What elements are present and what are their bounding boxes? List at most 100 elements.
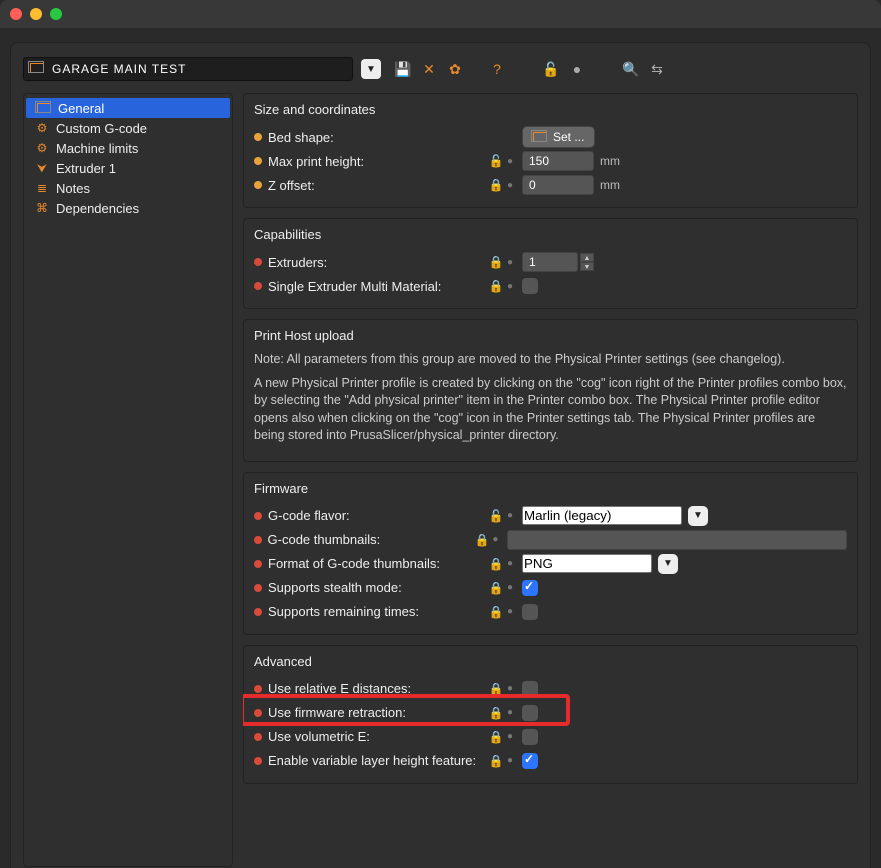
lock-icon[interactable]: 🔒 — [488, 178, 504, 192]
lock-icon[interactable]: 🔒 — [488, 730, 504, 744]
delete-icon[interactable]: ✕ — [421, 61, 437, 77]
reset-dot[interactable]: ● — [504, 755, 516, 766]
row-supports-stealth: Supports stealth mode: 🔒 ● — [254, 576, 847, 600]
lock-icon[interactable]: 🔒 — [488, 754, 504, 768]
profile-selector[interactable]: GARAGE MAIN TEST — [23, 57, 353, 81]
reset-dot[interactable]: ● — [504, 257, 516, 268]
row-gcode-thumbnails: G-code thumbnails: 🔒 ● — [254, 528, 847, 552]
label: G-code flavor: — [268, 508, 488, 523]
row-max-print-height: Max print height: 🔓 ● mm — [254, 149, 847, 173]
lock-open-icon[interactable]: 🔓 — [488, 509, 504, 523]
mod-bullet — [254, 709, 262, 717]
volumetric-e-checkbox[interactable] — [522, 729, 538, 745]
row-thumbnail-format: Format of G-code thumbnails: 🔒 ● ▼ — [254, 552, 847, 576]
reset-dot[interactable]: ● — [504, 510, 516, 521]
section-title: Advanced — [254, 654, 847, 669]
mod-bullet — [254, 512, 262, 520]
mod-bullet — [254, 685, 262, 693]
gcode-flavor-select[interactable] — [522, 506, 682, 525]
label: Z offset: — [268, 178, 488, 193]
row-single-extruder-mm: Single Extruder Multi Material: 🔒 ● — [254, 274, 847, 298]
help-icon[interactable]: ? — [489, 61, 505, 77]
firmware-retraction-checkbox[interactable] — [522, 705, 538, 721]
reset-dot[interactable]: ● — [504, 281, 516, 292]
note-text: A new Physical Printer profile is create… — [254, 375, 847, 445]
printer-icon — [30, 62, 44, 76]
sidebar-item-general[interactable]: General — [26, 98, 230, 118]
sidebar-item-extruder-1[interactable]: ⮟ Extruder 1 — [24, 158, 232, 178]
mod-bullet — [254, 282, 262, 290]
extruders-stepper[interactable]: ▲▼ — [522, 252, 594, 272]
reset-dot[interactable]: ● — [504, 180, 516, 191]
save-icon[interactable]: 💾 — [395, 61, 411, 77]
lock-icon[interactable]: 🔒 — [488, 255, 504, 269]
lock-icon[interactable]: 🔒 — [488, 706, 504, 720]
thumbnail-format-select[interactable] — [522, 554, 652, 573]
row-gcode-flavor: G-code flavor: 🔓 ● ▼ — [254, 504, 847, 528]
z-offset-input[interactable] — [522, 175, 594, 195]
sidebar-item-notes[interactable]: ≣ Notes — [24, 178, 232, 198]
sidebar-item-dependencies[interactable]: ⌘ Dependencies — [24, 198, 232, 218]
chevron-down-icon[interactable]: ▼ — [658, 554, 678, 574]
variable-layer-height-checkbox[interactable] — [522, 753, 538, 769]
lock-icon[interactable]: 🔒 — [488, 682, 504, 696]
chevron-down-icon[interactable]: ▼ — [688, 506, 708, 526]
sidebar-item-label: Notes — [56, 181, 90, 196]
lock-icon[interactable]: 🔒 — [488, 605, 504, 619]
cog-outline-icon[interactable]: ✿ — [447, 61, 463, 77]
nozzle-icon: ⮟ — [34, 160, 50, 176]
reset-dot[interactable]: ● — [504, 606, 516, 617]
supports-stealth-checkbox[interactable] — [522, 580, 538, 596]
sidebar-item-machine-limits[interactable]: ⚙ Machine limits — [24, 138, 232, 158]
profile-dropdown-button[interactable]: ▼ — [361, 59, 381, 79]
lock-icon[interactable]: 🔒 — [488, 557, 504, 571]
minimize-window-button[interactable] — [30, 8, 42, 20]
row-relative-e: Use relative E distances: 🔒 ● — [254, 677, 847, 701]
lock-open-icon[interactable]: 🔓 — [488, 154, 504, 168]
bed-shape-set-button[interactable]: Set ... — [522, 126, 595, 148]
app-body: GARAGE MAIN TEST ▼ 💾 ✕ ✿ ? 🔓 ● 🔍 ⇆ Gener… — [10, 42, 871, 868]
reset-dot[interactable]: ● — [504, 156, 516, 167]
label: Use relative E distances: — [268, 681, 488, 696]
search-icon[interactable]: 🔍 — [623, 61, 639, 77]
reset-dot[interactable]: ● — [504, 731, 516, 742]
zoom-window-button[interactable] — [50, 8, 62, 20]
single-extruder-mm-checkbox[interactable] — [522, 278, 538, 294]
toolbar: GARAGE MAIN TEST ▼ 💾 ✕ ✿ ? 🔓 ● 🔍 ⇆ — [23, 55, 858, 83]
row-z-offset: Z offset: 🔒 ● mm — [254, 173, 847, 197]
label: Supports stealth mode: — [268, 580, 488, 595]
lock-icon[interactable]: 🔒 — [488, 581, 504, 595]
step-up[interactable]: ▲ — [580, 253, 594, 262]
section-advanced: Advanced Use relative E distances: 🔒 ● U… — [243, 645, 858, 784]
reset-dot[interactable]: ● — [504, 683, 516, 694]
reset-dot[interactable]: ● — [490, 534, 501, 545]
supports-remaining-checkbox[interactable] — [522, 604, 538, 620]
step-down[interactable]: ▼ — [580, 262, 594, 271]
lock-icon[interactable]: 🔒 — [475, 533, 490, 547]
sidebar-item-label: Machine limits — [56, 141, 138, 156]
close-window-button[interactable] — [10, 8, 22, 20]
lock-icon[interactable]: 🔒 — [488, 279, 504, 293]
reset-dot[interactable]: ● — [504, 558, 516, 569]
compare-icon[interactable]: ⇆ — [649, 61, 665, 77]
mod-bullet — [254, 584, 262, 592]
sidebar-item-label: General — [58, 101, 104, 116]
gcode-thumbnails-input[interactable] — [507, 530, 847, 550]
max-print-height-input[interactable] — [522, 151, 594, 171]
relative-e-checkbox[interactable] — [522, 681, 538, 697]
label: G-code thumbnails: — [268, 532, 475, 547]
section-firmware: Firmware G-code flavor: 🔓 ● ▼ G-code thu… — [243, 472, 858, 635]
window-titlebar — [0, 0, 881, 28]
label: Use firmware retraction: — [268, 705, 488, 720]
unit: mm — [600, 178, 620, 192]
bullet-icon[interactable]: ● — [569, 61, 585, 77]
reset-dot[interactable]: ● — [504, 582, 516, 593]
row-supports-remaining: Supports remaining times: 🔒 ● — [254, 600, 847, 624]
extruders-input[interactable] — [522, 252, 578, 272]
sidebar-item-custom-gcode[interactable]: ⚙ Custom G-code — [24, 118, 232, 138]
reset-dot[interactable]: ● — [504, 707, 516, 718]
notes-icon: ≣ — [34, 180, 50, 196]
unit: mm — [600, 154, 620, 168]
lock-icon[interactable]: 🔓 — [543, 61, 559, 77]
bed-icon — [36, 100, 52, 116]
